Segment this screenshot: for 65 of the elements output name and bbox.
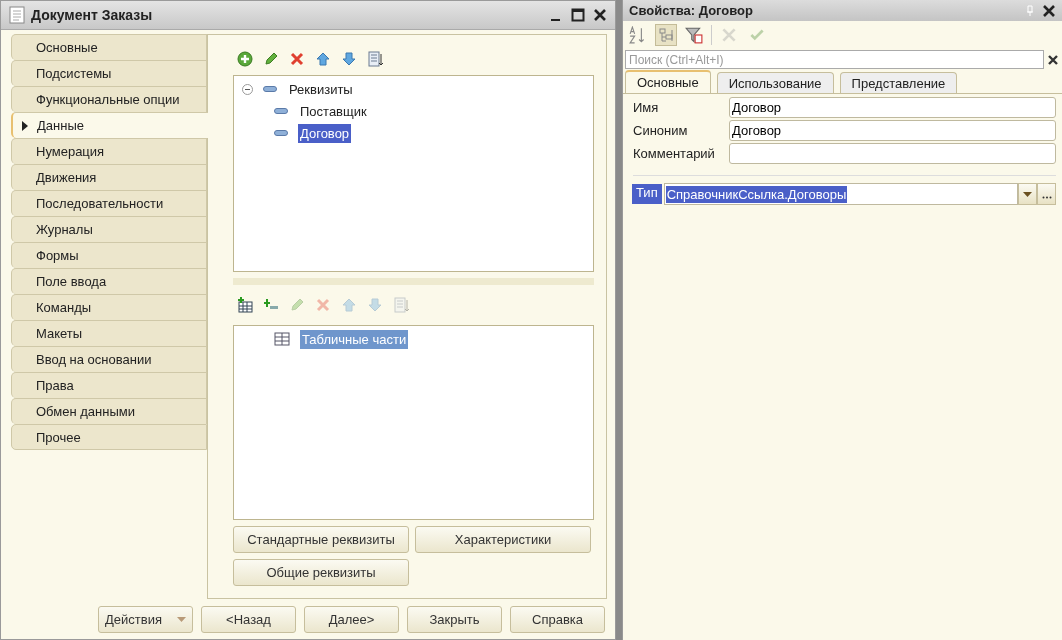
- attribute-icon: [274, 108, 288, 114]
- caret-icon: [177, 617, 186, 622]
- clear-icon[interactable]: [1046, 52, 1060, 67]
- attribute-icon: [263, 86, 277, 92]
- side-tab[interactable]: Обмен данными: [11, 398, 207, 424]
- side-tab[interactable]: Функциональные опции: [11, 86, 207, 112]
- action-button[interactable]: Общие реквизиты: [233, 559, 409, 586]
- side-tab[interactable]: Движения: [11, 164, 207, 190]
- attribute-icon: [274, 130, 288, 136]
- field-label: Комментарий: [633, 146, 716, 161]
- type-field[interactable]: СправочникСсылка.Договоры: [663, 183, 1018, 205]
- tree-item[interactable]: Договор: [298, 123, 352, 143]
- up-arrow-icon[interactable]: [315, 51, 331, 67]
- side-tab[interactable]: Журналы: [11, 216, 207, 242]
- action-button[interactable]: Характеристики: [415, 526, 591, 553]
- down-arrow-icon[interactable]: [341, 51, 357, 67]
- footer-button[interactable]: Действия: [98, 606, 193, 633]
- maximize-icon[interactable]: [571, 8, 585, 22]
- side-tab[interactable]: Нумерация: [11, 138, 207, 164]
- side-tab[interactable]: Данные: [11, 112, 208, 138]
- triangle-icon: [22, 121, 28, 131]
- side-tab[interactable]: Ввод на основании: [11, 346, 207, 372]
- panel-title: Свойства: Договор: [629, 3, 753, 18]
- text-field[interactable]: Договор: [729, 97, 1056, 118]
- add-icon[interactable]: [237, 51, 253, 67]
- search-field[interactable]: Поиск (Ctrl+Alt+I): [625, 50, 1044, 69]
- close-icon[interactable]: [593, 8, 607, 22]
- footer-button[interactable]: Закрыть: [407, 606, 502, 633]
- field-label: Синоним: [633, 123, 689, 138]
- side-tab[interactable]: Команды: [11, 294, 207, 320]
- ellipsis-icon: [1041, 196, 1052, 199]
- field-label: Тип: [632, 184, 662, 204]
- field-label: Имя: [633, 100, 660, 115]
- delete-icon[interactable]: [289, 51, 305, 67]
- collapse-icon[interactable]: [242, 83, 253, 95]
- caret-icon: [1023, 191, 1032, 197]
- tab[interactable]: Представление: [839, 72, 958, 93]
- sort-list-icon[interactable]: [367, 51, 383, 67]
- side-tab[interactable]: Основные: [11, 34, 207, 60]
- table-icon: [274, 332, 290, 346]
- action-button[interactable]: Стандартные реквизиты: [233, 526, 409, 553]
- pencil-icon[interactable]: [263, 51, 279, 67]
- document-icon: [9, 6, 25, 24]
- tree-item[interactable]: Реквизиты: [287, 79, 355, 99]
- side-tab[interactable]: Формы: [11, 242, 207, 268]
- side-tab[interactable]: Поле ввода: [11, 268, 207, 294]
- text-field[interactable]: Договор: [729, 120, 1056, 141]
- footer-button[interactable]: <Назад: [201, 606, 296, 633]
- side-tab[interactable]: Последовательности: [11, 190, 207, 216]
- tree-item[interactable]: Поставщик: [298, 101, 369, 121]
- tab[interactable]: Использование: [716, 72, 834, 93]
- footer-button[interactable]: Справка: [510, 606, 605, 633]
- field-value: СправочникСсылка.Договоры: [665, 185, 848, 203]
- side-tab[interactable]: Макеты: [11, 320, 207, 346]
- text-field[interactable]: [729, 143, 1056, 164]
- tab[interactable]: Основные: [625, 70, 711, 93]
- footer-button[interactable]: Далее>: [304, 606, 399, 633]
- add-table-icon[interactable]: [237, 297, 253, 313]
- side-tab[interactable]: Прочее: [11, 424, 207, 450]
- side-tab[interactable]: Права: [11, 372, 207, 398]
- close-icon[interactable]: [1042, 3, 1056, 18]
- side-tab[interactable]: Подсистемы: [11, 60, 207, 86]
- tree-list-icon[interactable]: [655, 23, 677, 46]
- dropdown-button[interactable]: [1018, 183, 1037, 205]
- window-title: Документ Заказы: [31, 7, 154, 23]
